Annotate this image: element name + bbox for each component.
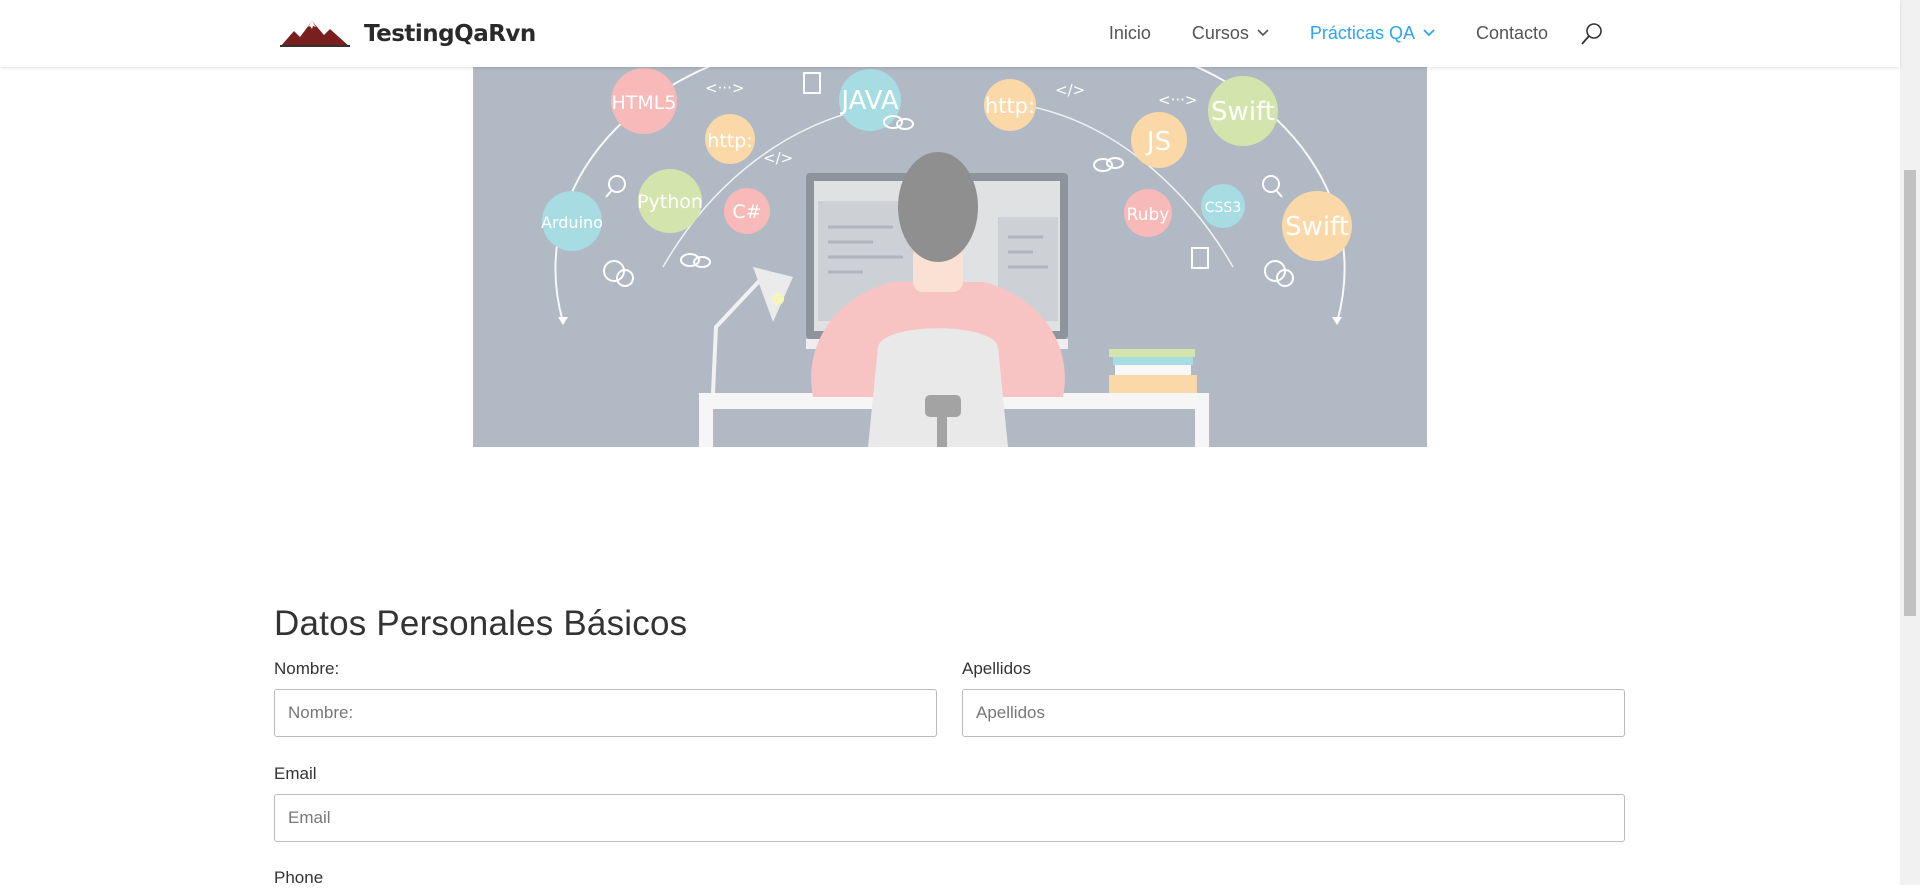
site-logo[interactable]: TestingQaRvn	[280, 16, 536, 52]
hero-illustration: HTML5 JAVA http: Swift http: JS Arduino …	[473, 67, 1427, 447]
scrollbar-thumb[interactable]	[1904, 170, 1916, 616]
nombre-label: Nombre:	[274, 659, 340, 678]
phone-label: Phone	[274, 868, 324, 887]
search-icon[interactable]	[1580, 22, 1604, 46]
nav-item-label: Prácticas QA	[1309, 23, 1415, 43]
mountain-logo-icon	[280, 21, 350, 47]
site-header: TestingQaRvn Inicio Cursos Prácticas QA …	[0, 0, 1900, 67]
nav-item-cursos[interactable]: Cursos	[1192, 23, 1269, 44]
nav-item-label: Inicio	[1108, 23, 1151, 43]
nombre-input[interactable]	[274, 689, 937, 737]
chevron-down-icon	[1423, 26, 1435, 40]
chevron-down-icon	[1257, 26, 1269, 40]
nav-item-label: Contacto	[1475, 23, 1548, 43]
programmer-illustration: HTML5 JAVA http: Swift http: JS Arduino …	[473, 67, 1427, 447]
nav-item-practicas-qa[interactable]: Prácticas QA	[1310, 23, 1435, 44]
apellidos-input[interactable]	[962, 689, 1625, 737]
email-input[interactable]	[274, 794, 1625, 842]
nav-item-inicio[interactable]: Inicio	[1109, 23, 1151, 44]
nav-item-contacto[interactable]: Contacto	[1476, 23, 1548, 44]
apellidos-label: Apellidos	[962, 659, 1031, 678]
form-title: Datos Personales Básicos	[274, 604, 688, 643]
main-nav: Inicio Cursos Prácticas QA Contacto	[1068, 0, 1604, 67]
logo-text: TestingQaRvn	[364, 21, 536, 47]
nav-item-label: Cursos	[1191, 23, 1249, 43]
email-label: Email	[274, 764, 317, 783]
page-scrollbar[interactable]	[1900, 0, 1920, 885]
